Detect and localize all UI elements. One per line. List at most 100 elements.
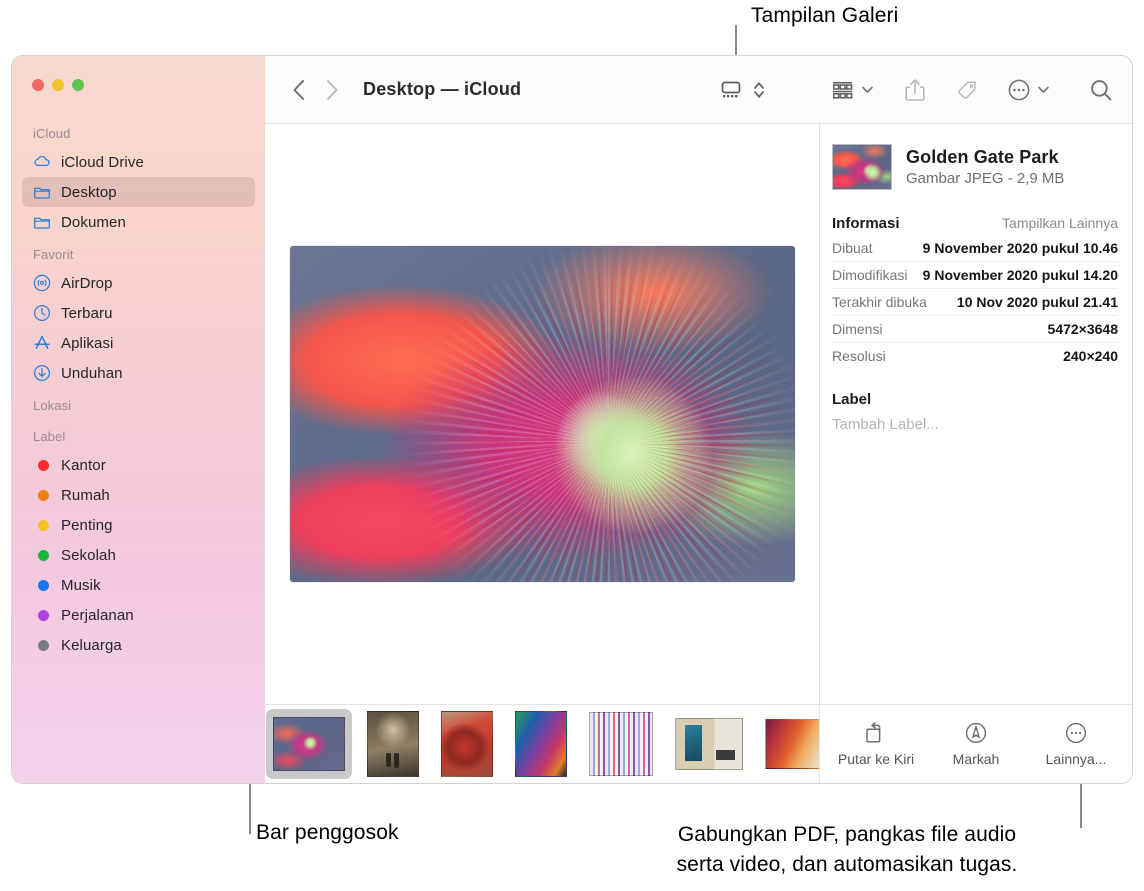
metadata-value: 10 Nov 2020 pukul 21.41 xyxy=(956,294,1118,310)
forward-button[interactable] xyxy=(315,73,349,107)
view-controls xyxy=(714,73,770,107)
sidebar-item-musik[interactable]: Musik xyxy=(22,570,255,600)
folder-icon xyxy=(33,213,51,231)
metadata-list: Dibuat 9 November 2020 pukul 10.46 Dimodif… xyxy=(832,235,1118,369)
minimize-button[interactable] xyxy=(52,79,64,91)
tag-button[interactable] xyxy=(950,73,984,107)
metadata-row: Dimensi 5472×3648 xyxy=(832,316,1118,343)
finder-window: iCloud iCloud Drive Desktop Dokumen Favorit A… xyxy=(11,55,1133,784)
group-control xyxy=(826,73,874,107)
chevron-down-icon xyxy=(1038,86,1049,93)
gradient-artwork xyxy=(765,719,819,769)
scrubber-thumbnail[interactable] xyxy=(266,709,352,779)
show-more-link[interactable]: Tampilkan Lainnya xyxy=(1002,215,1118,231)
share-button[interactable] xyxy=(898,73,932,107)
sidebar-item-unduhan[interactable]: Unduhan xyxy=(22,358,255,388)
sidebar-item-rumah[interactable]: Rumah xyxy=(22,480,255,510)
sidebar-item-label: iCloud Drive xyxy=(61,153,144,171)
applications-icon xyxy=(33,334,51,352)
callout-quick-actions: Gabungkan PDF, pangkas file audio serta v… xyxy=(612,820,1082,880)
group-chevron-button[interactable] xyxy=(861,81,874,99)
sidebar-item-terbaru[interactable]: Terbaru xyxy=(22,298,255,328)
sidebar-item-label: Unduhan xyxy=(61,364,123,382)
scrubber-bar[interactable] xyxy=(265,704,819,783)
add-label-field[interactable]: Tambah Label... xyxy=(832,416,1118,433)
forward-icon xyxy=(326,79,337,100)
callout-actions-line2: serta video, dan automasikan tugas. xyxy=(676,853,1018,876)
coneflower-thumb-image xyxy=(833,145,891,189)
scrubber-thumbnail[interactable] xyxy=(508,709,574,779)
info-scroll-area: Golden Gate Park Gambar JPEG - 2,9 MB In… xyxy=(820,124,1132,704)
metadata-value: 5472×3648 xyxy=(1047,321,1118,337)
main-area: Desktop — iCloud Golden Gate Park Gambar… xyxy=(265,56,1132,783)
search-button[interactable] xyxy=(1084,73,1118,107)
sidebar-section-header-lokasi: Lokasi xyxy=(33,398,72,413)
louisa-farris-poster xyxy=(675,718,743,770)
metadata-row: Resolusi 240×240 xyxy=(832,343,1118,369)
rotate-left-button[interactable]: Putar ke Kiri xyxy=(828,721,924,767)
more-quick-actions-button[interactable]: Lainnya... xyxy=(1028,721,1124,767)
metadata-key: Dimensi xyxy=(832,321,883,337)
sidebar-item-sekolah[interactable]: Sekolah xyxy=(22,540,255,570)
scrubber-thumbnail[interactable] xyxy=(434,709,500,779)
sidebar-item-label: Dokumen xyxy=(61,213,126,231)
clock-icon xyxy=(33,304,51,322)
sidebar-section-header-label: Label xyxy=(33,429,66,444)
label-section-title: Label xyxy=(832,391,872,408)
coneflower-photo xyxy=(273,717,345,771)
more-ellipsis-icon xyxy=(1008,79,1030,100)
gallery-view-button[interactable] xyxy=(714,73,748,107)
sidebar-item-penting[interactable]: Penting xyxy=(22,510,255,540)
folder-icon xyxy=(34,217,50,229)
scrubber-thumbnail[interactable] xyxy=(758,709,819,779)
content-column xyxy=(265,124,820,783)
sidebar-item-airdrop[interactable]: AirDrop xyxy=(22,268,255,298)
sidebar-item-perjalanan[interactable]: Perjalanan xyxy=(22,600,255,630)
tag-dot-icon xyxy=(33,486,51,504)
back-icon xyxy=(293,79,304,100)
back-button[interactable] xyxy=(281,73,315,107)
updown-chevron-icon xyxy=(754,81,764,98)
sidebar-item-label: Keluarga xyxy=(61,636,122,654)
zoom-button[interactable] xyxy=(72,79,84,91)
sidebar-item-kantor[interactable]: Kantor xyxy=(22,450,255,480)
group-items-button[interactable] xyxy=(826,73,860,107)
tag-dot-icon xyxy=(33,636,51,654)
neon-portrait-photo xyxy=(515,711,567,777)
close-button[interactable] xyxy=(32,79,44,91)
clock-icon xyxy=(33,304,51,322)
folder-icon xyxy=(34,187,50,199)
scrubber-thumbnail[interactable] xyxy=(668,709,750,779)
metadata-row: Dibuat 9 November 2020 pukul 10.46 xyxy=(832,235,1118,262)
preview-image[interactable] xyxy=(289,246,795,582)
sidebar-item-label: Aplikasi xyxy=(61,334,114,352)
info-panel: Golden Gate Park Gambar JPEG - 2,9 MB In… xyxy=(820,124,1132,783)
markup-button[interactable]: Markah xyxy=(928,721,1024,767)
sidebar-section-header-icloud: iCloud xyxy=(33,126,71,141)
callout-actions-line1: Gabungkan PDF, pangkas file audio xyxy=(677,823,1017,846)
sidebar-item-dokumen[interactable]: Dokumen xyxy=(22,207,255,237)
info-section-title: Informasi xyxy=(832,215,900,232)
folder-icon xyxy=(33,183,51,201)
more-chevron-button[interactable] xyxy=(1037,81,1050,99)
airdrop-icon xyxy=(33,274,51,292)
sidebar-item-keluarga[interactable]: Keluarga xyxy=(22,630,255,660)
chevron-down-icon xyxy=(862,86,873,93)
rotate-left-label: Putar ke Kiri xyxy=(837,751,915,767)
sidebar-item-label: Penting xyxy=(61,516,113,534)
metadata-value: 240×240 xyxy=(1063,348,1118,364)
scrubber-thumbnail[interactable] xyxy=(582,709,660,779)
red-hands-photo xyxy=(441,711,493,777)
more-actions-button[interactable] xyxy=(1002,73,1036,107)
view-options-stepper[interactable] xyxy=(748,73,770,107)
scrubber-thumbnail[interactable] xyxy=(360,709,426,779)
toolbar: Desktop — iCloud xyxy=(265,56,1132,124)
sidebar-item-label: Musik xyxy=(61,576,101,594)
sidebar-item-icloud-drive[interactable]: iCloud Drive xyxy=(22,147,255,177)
sidebar-item-aplikasi[interactable]: Aplikasi xyxy=(22,328,255,358)
metadata-value: 9 November 2020 pukul 14.20 xyxy=(922,267,1118,283)
airdrop-icon xyxy=(33,274,51,292)
sidebar-item-desktop[interactable]: Desktop xyxy=(22,177,255,207)
sidebar-item-label: Kantor xyxy=(61,456,106,474)
tag-dot-icon xyxy=(33,546,51,564)
